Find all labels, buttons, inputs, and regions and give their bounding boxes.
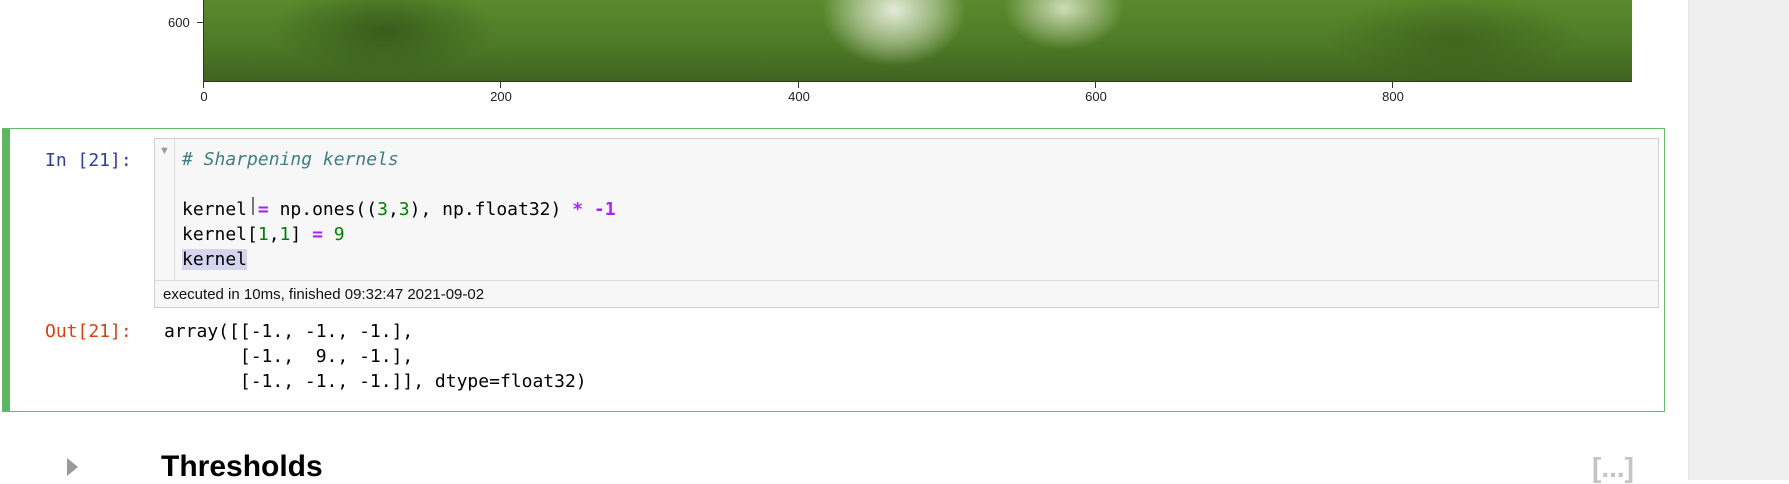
- code-token-highlighted: kernel: [182, 249, 248, 270]
- code-number: 9: [333, 224, 345, 245]
- output-prompt: Out[21]:: [45, 321, 132, 342]
- x-tick: [1095, 82, 1096, 88]
- code-number: 1: [279, 224, 291, 245]
- x-tick-label: 200: [490, 89, 512, 104]
- code-token: ), np.float32): [409, 199, 562, 220]
- text-cursor: [252, 197, 254, 215]
- input-prompt: In [21]:: [45, 150, 132, 171]
- code-operator: *: [572, 199, 584, 220]
- x-tick-label: 600: [1085, 89, 1107, 104]
- section-heading: Thresholds: [161, 450, 323, 483]
- code-operator: =: [257, 199, 269, 220]
- y-tick: [197, 22, 203, 23]
- cell-selection-bar: [3, 129, 10, 411]
- x-tick: [500, 82, 501, 88]
- triangle-right-icon[interactable]: [67, 458, 78, 476]
- right-gutter: [1688, 0, 1789, 480]
- code-token: ]: [290, 224, 302, 245]
- x-tick: [1392, 82, 1393, 88]
- code-number: 1: [257, 224, 269, 245]
- code-comment: # Sharpening kernels: [182, 149, 399, 170]
- x-tick: [203, 82, 204, 88]
- code-cell-selected[interactable]: In [21]: ▼ # Sharpening kernels kernel =…: [2, 128, 1665, 412]
- code-number: 3: [377, 199, 388, 220]
- code-editor[interactable]: # Sharpening kernels kernel = np.ones((3…: [182, 147, 616, 272]
- output-line: [-1., -1., -1.]], dtype=float32): [164, 371, 587, 392]
- image-plot: [203, 0, 1632, 82]
- code-token: ,: [268, 224, 280, 245]
- code-token: np.ones((: [279, 199, 378, 220]
- code-token: ,: [387, 199, 399, 220]
- code-operator: =: [312, 224, 323, 245]
- x-tick-label: 0: [200, 89, 208, 104]
- collapse-input-icon[interactable]: ▼: [155, 139, 175, 281]
- x-tick-label: 800: [1382, 89, 1404, 104]
- x-tick: [798, 82, 799, 88]
- code-token: kernel: [182, 199, 248, 220]
- y-tick-label: 600: [168, 15, 190, 30]
- code-number: 3: [398, 199, 410, 220]
- code-token: kernel[: [182, 224, 258, 245]
- x-tick-label: 400: [788, 89, 810, 104]
- output-line: array([[-1., -1., -1.],: [164, 321, 414, 342]
- code-operator: -1: [593, 199, 616, 220]
- execution-info: executed in 10ms, finished 09:32:47 2021…: [155, 280, 1658, 307]
- cell-output[interactable]: array([[-1., -1., -1.], [-1., 9., -1.], …: [164, 319, 587, 394]
- code-input-area[interactable]: ▼ # Sharpening kernels kernel = np.ones(…: [154, 138, 1659, 308]
- collapsed-section-marker[interactable]: [...]: [1592, 452, 1634, 484]
- output-line: [-1., 9., -1.],: [164, 346, 414, 367]
